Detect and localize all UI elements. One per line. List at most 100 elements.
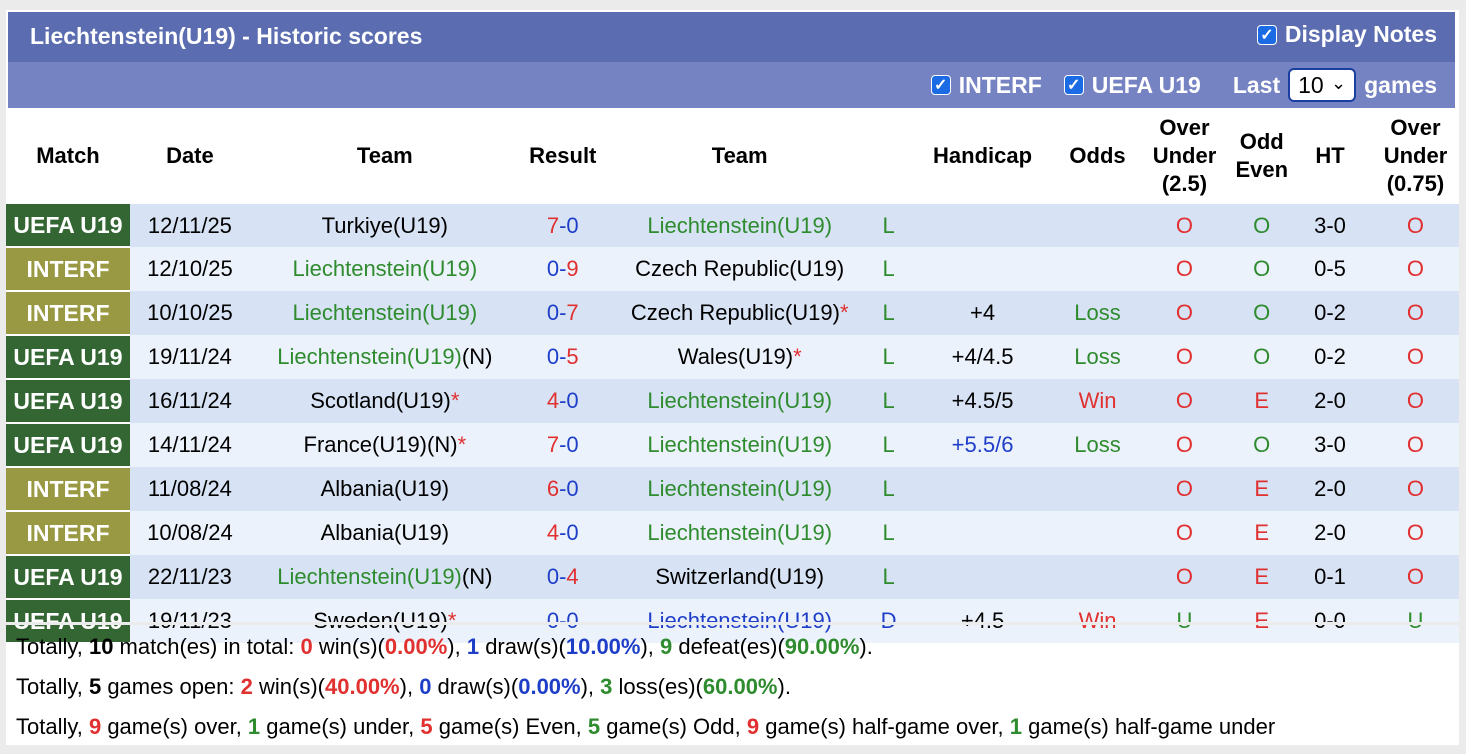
away-score: 9	[566, 256, 579, 281]
competition-badge[interactable]: UEFA U19	[6, 555, 130, 600]
home-team-name[interactable]: Liechtenstein(U19)	[293, 256, 478, 281]
away-team[interactable]: Liechtenstein(U19)	[605, 379, 874, 423]
half-time-score: 2-0	[1288, 467, 1372, 511]
competition-badge[interactable]: UEFA U19	[6, 204, 130, 248]
home-team-name[interactable]: Albania(U19)	[321, 520, 449, 545]
away-team[interactable]: Wales(U19)*	[605, 335, 874, 379]
home-team[interactable]: France(U19)(N)*	[249, 423, 520, 467]
away-team-name[interactable]: Liechtenstein(U19)	[647, 520, 832, 545]
away-score: 7	[566, 300, 579, 325]
competition-badge[interactable]: UEFA U19	[6, 335, 130, 380]
home-team[interactable]: Albania(U19)	[249, 511, 520, 555]
home-team[interactable]: Scotland(U19)*	[249, 379, 520, 423]
odd-even: O	[1235, 247, 1289, 291]
filter-uefa-u19[interactable]: ✓ UEFA U19	[1063, 71, 1201, 99]
table-row[interactable]: UEFA U19 14/11/24 France(U19)(N)* 7-0 Liecht…	[6, 423, 1459, 468]
competition-badge[interactable]: INTERF	[6, 467, 130, 512]
home-team-name[interactable]: Liechtenstein(U19)	[277, 564, 462, 589]
open-draws-pct: 0.00%	[518, 674, 581, 699]
last-games-value: 10	[1298, 71, 1324, 98]
match-date: 14/11/24	[129, 423, 250, 467]
result[interactable]: 0-4	[519, 555, 606, 599]
summary-text: ).	[777, 674, 791, 699]
table-row[interactable]: INTERF 10/10/25 Liechtenstein(U19) 0-7 Czech…	[6, 291, 1459, 336]
handicap	[903, 511, 1062, 555]
home-team[interactable]: Liechtenstein(U19)	[249, 291, 520, 335]
away-team-name[interactable]: Liechtenstein(U19)	[647, 432, 832, 457]
checkbox-checked-icon[interactable]: ✓	[930, 75, 951, 95]
table-row[interactable]: UEFA U19 16/11/24 Scotland(U19)* 4-0 Liechte…	[6, 379, 1459, 424]
competition-badge[interactable]: UEFA U19	[6, 379, 130, 424]
odds-result: Loss	[1061, 335, 1134, 379]
result[interactable]: 4-0	[519, 379, 606, 423]
col-header-odds: Odds	[1069, 143, 1126, 168]
home-score: 0	[546, 344, 560, 369]
home-team-name[interactable]: Liechtenstein(U19)	[277, 344, 462, 369]
checkbox-checked-icon[interactable]: ✓	[1256, 24, 1277, 45]
result[interactable]: 7-0	[519, 204, 606, 247]
home-team[interactable]: Liechtenstein(U19)	[249, 247, 520, 291]
away-team[interactable]: Liechtenstein(U19)	[605, 467, 874, 511]
table-row[interactable]: INTERF 12/10/25 Liechtenstein(U19) 0-9 Czech…	[6, 247, 1459, 292]
table-row[interactable]: UEFA U19 12/11/25 Turkiye(U19) 7-0 Liechtens…	[6, 204, 1459, 248]
home-team-name[interactable]: Albania(U19)	[321, 476, 449, 501]
away-team[interactable]: Czech Republic(U19)	[605, 247, 874, 291]
table-row[interactable]: INTERF 11/08/24 Albania(U19) 6-0 Liechtenste…	[6, 467, 1459, 512]
away-team[interactable]: Czech Republic(U19)*	[605, 291, 874, 335]
away-team-name[interactable]: Liechtenstein(U19)	[647, 213, 832, 238]
filter-interf[interactable]: ✓ INTERF	[930, 72, 1042, 99]
panel-title: Liechtenstein(U19) - Historic scores	[30, 23, 423, 49]
result[interactable]: 0-7	[519, 291, 606, 335]
home-team[interactable]: Liechtenstein(U19)(N)	[249, 335, 520, 379]
home-team-name[interactable]: Scotland(U19)	[310, 388, 451, 413]
away-team-name[interactable]: Czech Republic(U19)	[631, 300, 840, 325]
away-team-name[interactable]: Wales(U19)	[678, 344, 793, 369]
result[interactable]: 0-9	[519, 247, 606, 291]
col-header-over-under: Over Under (2.5)	[1152, 115, 1217, 196]
note-star: *	[457, 432, 467, 457]
competition-badge[interactable]: INTERF	[6, 247, 130, 292]
filter-label: UEFA U19	[1091, 71, 1201, 98]
display-notes-toggle[interactable]: ✓ Display Notes	[1256, 21, 1437, 48]
table-row[interactable]: UEFA U19 22/11/23 Liechtenstein(U19)(N) 0-4…	[6, 555, 1459, 600]
home-team[interactable]: Turkiye(U19)	[249, 204, 520, 247]
home-team[interactable]: Albania(U19)	[249, 467, 520, 511]
result[interactable]: 7-0	[519, 423, 606, 467]
historic-scores-panel: Liechtenstein(U19) - Historic scores ✓ D…	[6, 10, 1459, 745]
result[interactable]: 6-0	[519, 467, 606, 511]
over-under-ht: O	[1371, 379, 1459, 423]
wins-count: 0	[300, 634, 313, 659]
last-games-select[interactable]: 10 ⌄	[1288, 68, 1357, 102]
over-under-ht: O	[1371, 204, 1459, 247]
result[interactable]: 4-0	[519, 511, 606, 555]
note-star: *	[793, 344, 802, 369]
competition-badge[interactable]: INTERF	[6, 511, 130, 556]
table-body: UEFA U19 12/11/25 Turkiye(U19) 7-0 Liechtens…	[6, 204, 1459, 644]
home-team-name[interactable]: Liechtenstein(U19)	[293, 300, 478, 325]
home-team-name[interactable]: Turkiye(U19)	[322, 213, 448, 238]
away-team-name[interactable]: Liechtenstein(U19)	[647, 476, 832, 501]
over-under-ht: O	[1371, 511, 1459, 555]
away-team-name[interactable]: Czech Republic(U19)	[635, 256, 844, 281]
away-score: 0	[566, 388, 579, 413]
table-row[interactable]: UEFA U19 19/11/24 Liechtenstein(U19)(N) 0-5…	[6, 335, 1459, 380]
home-team[interactable]: Liechtenstein(U19)(N)	[249, 555, 520, 599]
result[interactable]: 0-5	[519, 335, 606, 379]
away-team[interactable]: Liechtenstein(U19)	[605, 511, 874, 555]
away-team-name[interactable]: Switzerland(U19)	[655, 564, 824, 589]
home-score: 4	[546, 520, 560, 545]
wins-pct: 0.00%	[384, 634, 448, 659]
competition-badge[interactable]: INTERF	[6, 291, 130, 336]
table-row[interactable]: INTERF 10/08/24 Albania(U19) 4-0 Liechtenste…	[6, 511, 1459, 556]
away-team[interactable]: Liechtenstein(U19)	[605, 204, 874, 247]
competition-badge[interactable]: UEFA U19	[6, 423, 130, 468]
checkbox-checked-icon[interactable]: ✓	[1063, 75, 1084, 95]
half-time-score: 0-2	[1288, 335, 1372, 379]
away-team[interactable]: Switzerland(U19)	[605, 555, 874, 599]
last-label: Last	[1232, 71, 1281, 98]
away-team[interactable]: Liechtenstein(U19)	[605, 423, 874, 467]
away-team-name[interactable]: Liechtenstein(U19)	[647, 388, 832, 413]
match-date: 10/08/24	[129, 511, 250, 555]
home-team-name[interactable]: France(U19)	[304, 432, 427, 457]
half-time-score: 2-0	[1288, 511, 1372, 555]
